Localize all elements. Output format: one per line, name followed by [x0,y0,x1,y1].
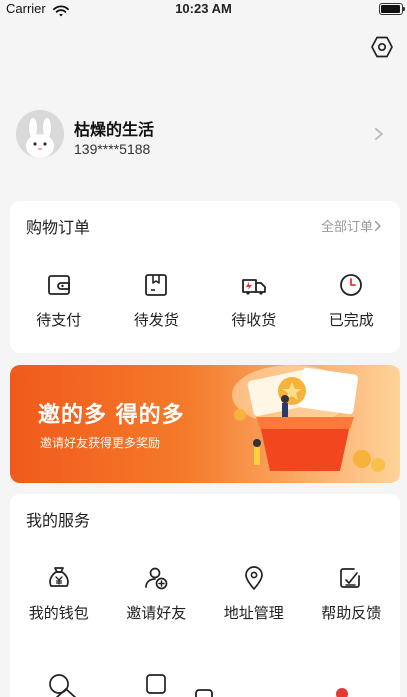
chevron-right-icon[interactable] [374,126,384,145]
service-feedback[interactable]: 帮助反馈 [303,564,401,623]
chevron-right-icon [374,220,381,231]
cart-icon[interactable] [194,688,214,697]
hexagon-settings-icon [371,36,393,58]
notification-badge [336,688,348,697]
order-pending-receipt[interactable]: 待收货 [205,271,303,330]
service-label: 地址管理 [223,604,284,622]
orders-title: 购物订单 [26,218,91,237]
feedback-icon [337,564,365,592]
invite-banner[interactable]: 邀的多 得的多 邀请好友获得更多奖励 [10,365,400,483]
bunny-avatar-icon [16,110,64,158]
battery-level [381,5,400,13]
home-icon[interactable] [54,686,78,697]
package-icon [142,271,170,299]
battery-icon [379,3,405,15]
order-completed[interactable]: 已完成 [303,271,401,330]
order-pending-payment[interactable]: 待支付 [10,271,108,330]
delivery-truck-icon [240,271,268,299]
service-label: 邀请好友 [126,604,187,622]
wallet-icon [45,271,73,299]
add-user-icon [142,564,170,592]
service-label: 我的钱包 [28,604,89,622]
service-wallet[interactable]: 我的钱包 [10,564,108,623]
user-nickname: 枯燥的生活 [74,120,155,139]
battery-tip [403,7,405,11]
gift-box-illustration [232,365,385,472]
status-bar: Carrier 10:23 AM [0,0,407,20]
location-pin-icon [240,564,268,592]
avatar[interactable] [16,110,64,158]
tab-bar [0,684,407,697]
order-label: 待发货 [133,311,179,329]
orders-card: 购物订单 全部订单 待支付 待发货 待收货 已完成 [10,201,400,353]
service-label: 帮助反馈 [321,604,382,622]
banner-title: 邀的多 得的多 [38,403,185,428]
order-label: 待收货 [231,311,277,329]
service-invite[interactable]: 邀请好友 [108,564,206,623]
banner-subtitle: 邀请好友获得更多奖励 [40,436,161,450]
clock-icon [337,271,365,299]
services-card: 我的服务 我的钱包 邀请好友 地址管理 帮助反馈 [10,494,400,697]
settings-button[interactable] [368,33,396,61]
all-orders-label: 全部订单 [320,220,373,235]
service-address[interactable]: 地址管理 [205,564,303,623]
order-pending-shipment[interactable]: 待发货 [108,271,206,330]
all-orders-link[interactable]: 全部订单 [321,216,382,235]
clock-time: 10:23 AM [175,1,232,16]
profile-header[interactable]: 枯燥的生活 139****5188 [16,110,396,162]
money-bag-icon [45,564,73,592]
services-grid: 我的钱包 邀请好友 地址管理 帮助反馈 [10,564,400,623]
order-label: 待支付 [36,311,82,329]
user-phone: 139****5188 [74,141,151,157]
order-label: 已完成 [328,311,374,329]
orders-grid: 待支付 待发货 待收货 已完成 [10,271,400,330]
services-title: 我的服务 [26,511,91,530]
